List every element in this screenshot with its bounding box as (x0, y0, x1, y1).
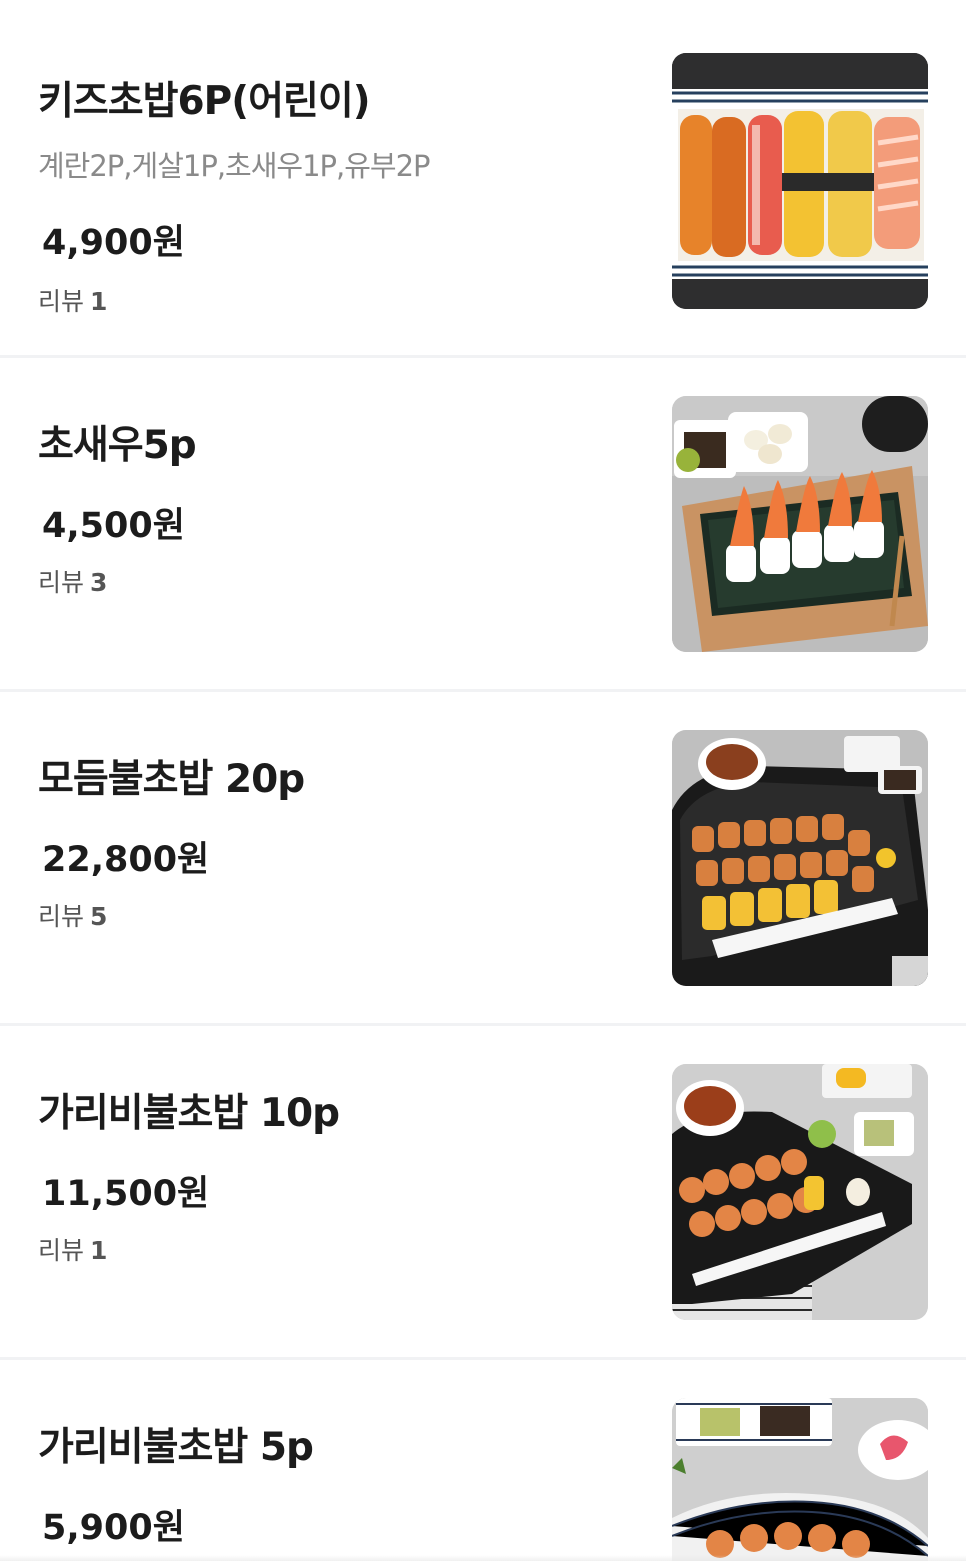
menu-item-name: 키즈초밥6P(어린이) (38, 79, 371, 124)
menu-item-price: 4,500원 (42, 506, 185, 546)
review-count: 3 (90, 568, 108, 597)
menu-item-price: 22,800원 (42, 840, 210, 880)
menu-item-image[interactable] (672, 730, 928, 986)
menu-item-name: 가리비불초밥 10p (38, 1091, 340, 1136)
menu-item-name: 초새우5p (38, 423, 197, 468)
menu-item-image[interactable] (672, 1064, 928, 1320)
menu-item-review: 리뷰 3 (38, 563, 107, 599)
review-count: 1 (90, 287, 108, 316)
menu-item-scallop-seared-sushi-5[interactable]: 가리비불초밥 5p 5,900원 (0, 1360, 966, 1561)
review-count: 1 (90, 1236, 108, 1265)
menu-item-review: 리뷰 1 (38, 282, 107, 318)
menu-item-image[interactable] (672, 396, 928, 652)
review-label: 리뷰 (38, 1236, 85, 1265)
menu-item-review: 리뷰 5 (38, 897, 107, 933)
menu-item-assorted-seared-sushi[interactable]: 모듬불초밥 20p 22,800원 리뷰 5 (0, 692, 966, 1026)
review-label: 리뷰 (38, 287, 85, 316)
bottom-edge-shadow (0, 1555, 966, 1561)
menu-item-review: 리뷰 1 (38, 1231, 107, 1267)
menu-item-price: 11,500원 (42, 1174, 210, 1214)
menu-item-name: 가리비불초밥 5p (38, 1425, 314, 1470)
menu-item-shrimp-sushi[interactable]: 초새우5p 4,500원 리뷰 3 (0, 358, 966, 692)
menu-item-price: 4,900원 (42, 223, 185, 263)
menu-list: 키즈초밥6P(어린이) 계란2P,게살1P,초새우1P,유부2P 4,900원 … (0, 0, 966, 1561)
menu-item-kids-sushi[interactable]: 키즈초밥6P(어린이) 계란2P,게살1P,초새우1P,유부2P 4,900원 … (0, 0, 966, 358)
review-label: 리뷰 (38, 568, 85, 597)
review-label: 리뷰 (38, 902, 85, 931)
review-count: 5 (90, 902, 108, 931)
menu-item-price: 5,900원 (42, 1508, 185, 1548)
menu-item-name: 모듬불초밥 20p (38, 757, 305, 802)
menu-item-image[interactable] (672, 53, 928, 309)
menu-item-description: 계란2P,게살1P,초새우1P,유부2P (38, 149, 431, 183)
menu-item-scallop-seared-sushi-10[interactable]: 가리비불초밥 10p 11,500원 리뷰 1 (0, 1026, 966, 1360)
menu-item-image[interactable] (672, 1398, 928, 1561)
